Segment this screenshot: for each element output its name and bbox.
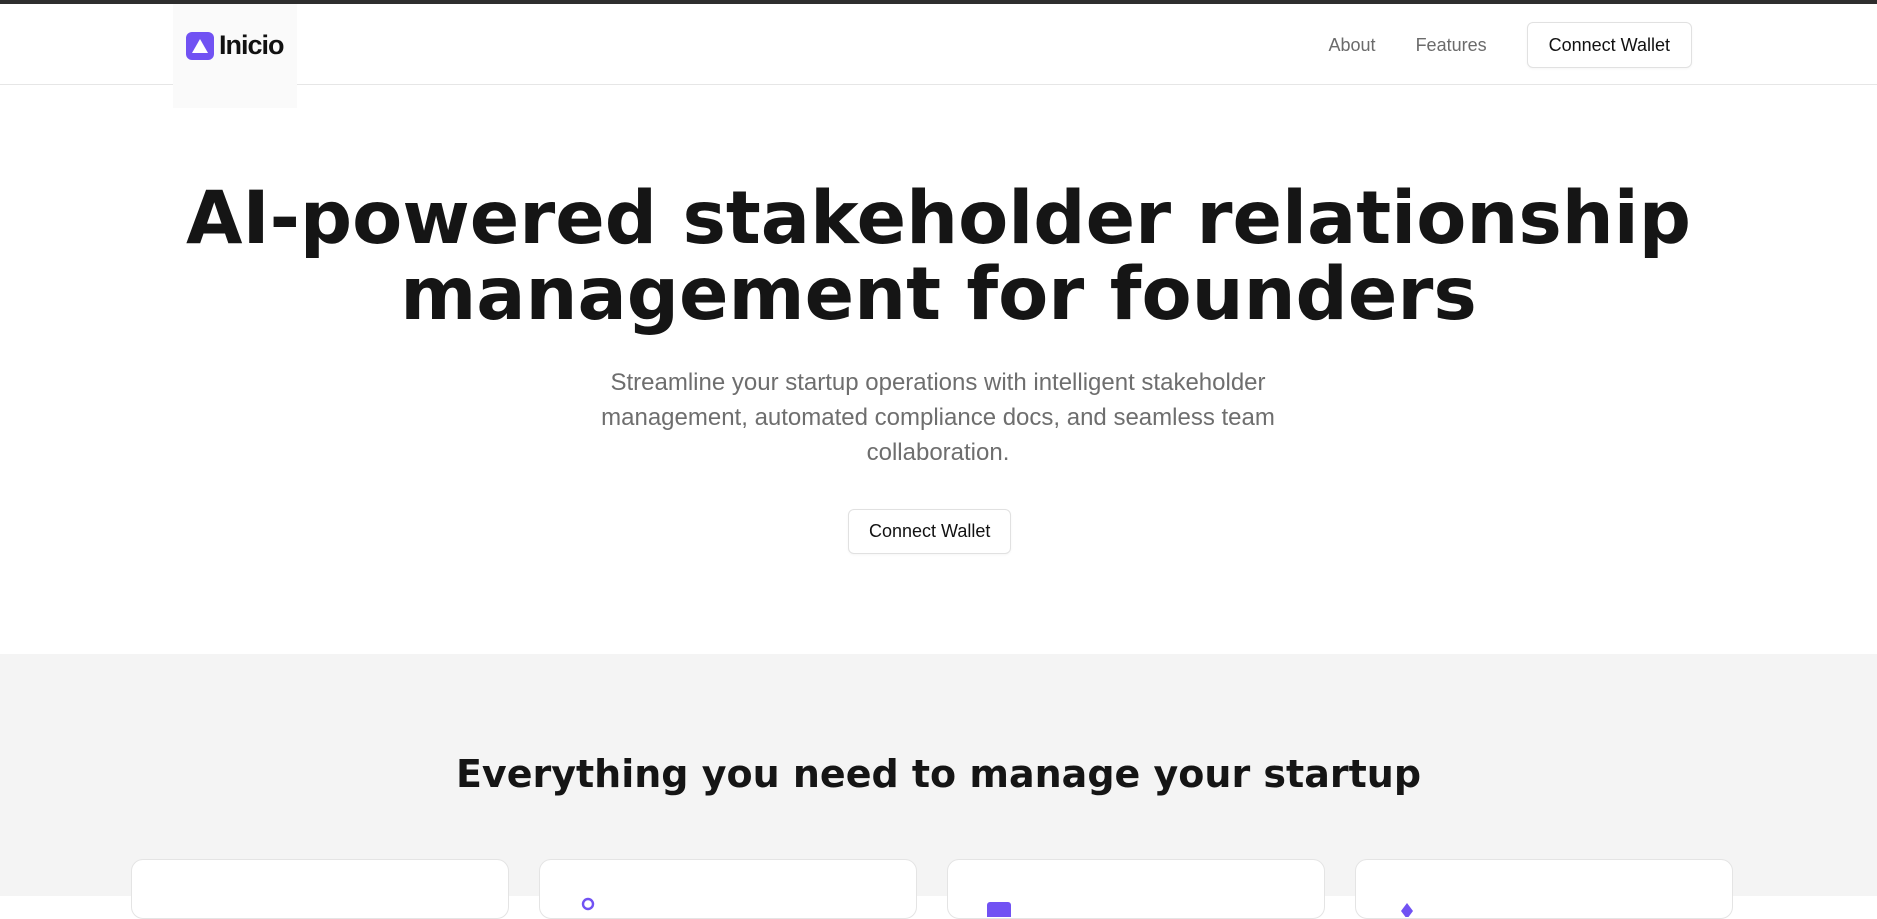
hero-title: AI-powered stakeholder relationship mana… — [0, 181, 1877, 333]
connect-wallet-button[interactable]: Connect Wallet — [1526, 22, 1692, 68]
hero-section: AI-powered stakeholder relationship mana… — [0, 85, 1877, 654]
hero-title-line-2: management for founders — [400, 252, 1477, 337]
nav-link-features[interactable]: Features — [1416, 22, 1487, 68]
feature-card — [131, 859, 509, 919]
brand-name: Inicio — [219, 30, 285, 60]
nav-link-about[interactable]: About — [1329, 22, 1376, 68]
hero-connect-wallet-button[interactable]: Connect Wallet — [848, 509, 1012, 554]
features-title: Everything you need to manage your start… — [455, 752, 1422, 796]
square-icon — [987, 902, 1011, 917]
features-section: Everything you need to manage your start… — [0, 654, 1877, 919]
diamond-icon — [1401, 903, 1413, 917]
brand-logo[interactable]: Inicio — [186, 30, 285, 61]
feature-card — [1355, 859, 1733, 919]
triangle-logo-icon — [186, 31, 214, 60]
nav-links: About Features Connect Wallet — [1329, 22, 1692, 68]
navbar: Inicio About Features Connect Wallet — [0, 4, 1877, 108]
users-icon — [581, 897, 595, 911]
hero-title-line-1: AI-powered stakeholder relationship — [185, 176, 1692, 261]
feature-card — [947, 859, 1325, 919]
feature-card — [539, 859, 917, 919]
hero-subtitle: Streamline your startup operations with … — [601, 369, 1275, 466]
